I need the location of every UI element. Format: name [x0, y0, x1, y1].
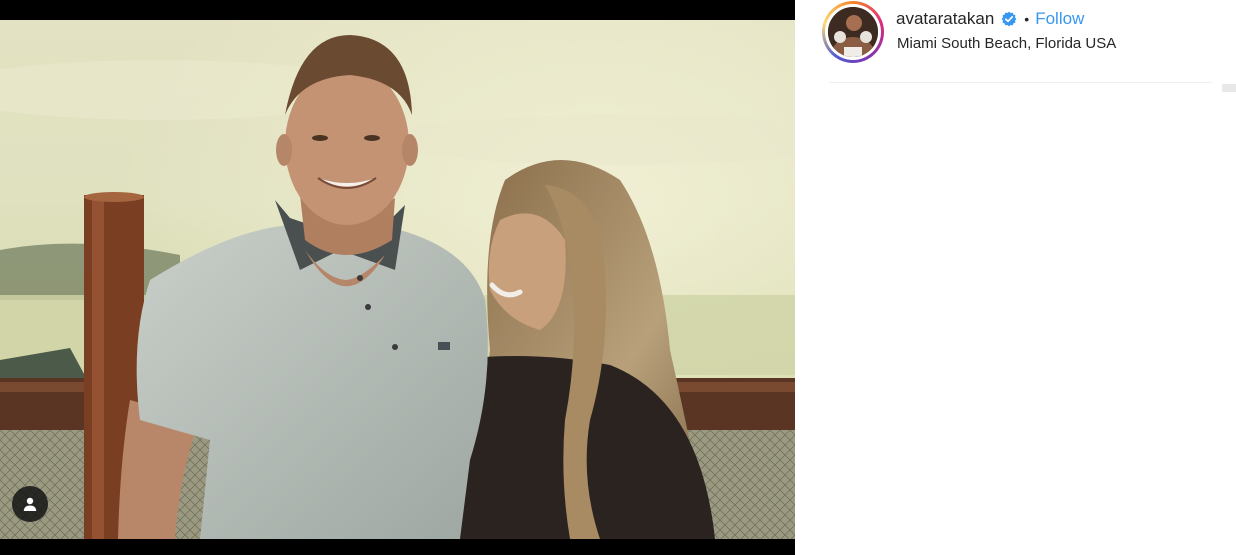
post-media — [0, 0, 795, 555]
user-line: avataratakan • Follow — [896, 9, 1084, 29]
avatar-ring-gap — [825, 4, 881, 60]
scrollbar[interactable] — [1222, 84, 1236, 92]
story-ring[interactable] — [822, 1, 884, 63]
post-photo[interactable] — [0, 20, 795, 539]
tagged-users-button[interactable] — [12, 486, 48, 522]
username-link[interactable]: avataratakan — [896, 9, 994, 29]
user-tag-icon — [23, 497, 37, 511]
separator-dot: • — [1024, 11, 1030, 27]
location-link[interactable]: Miami South Beach, Florida USA — [897, 35, 1116, 52]
follow-button[interactable]: Follow — [1035, 9, 1084, 29]
post-header: avataratakan • Follow Miami South Beach,… — [822, 0, 1212, 82]
verified-badge-icon — [1001, 11, 1017, 27]
header-divider — [829, 82, 1212, 83]
avatar[interactable] — [828, 7, 878, 57]
